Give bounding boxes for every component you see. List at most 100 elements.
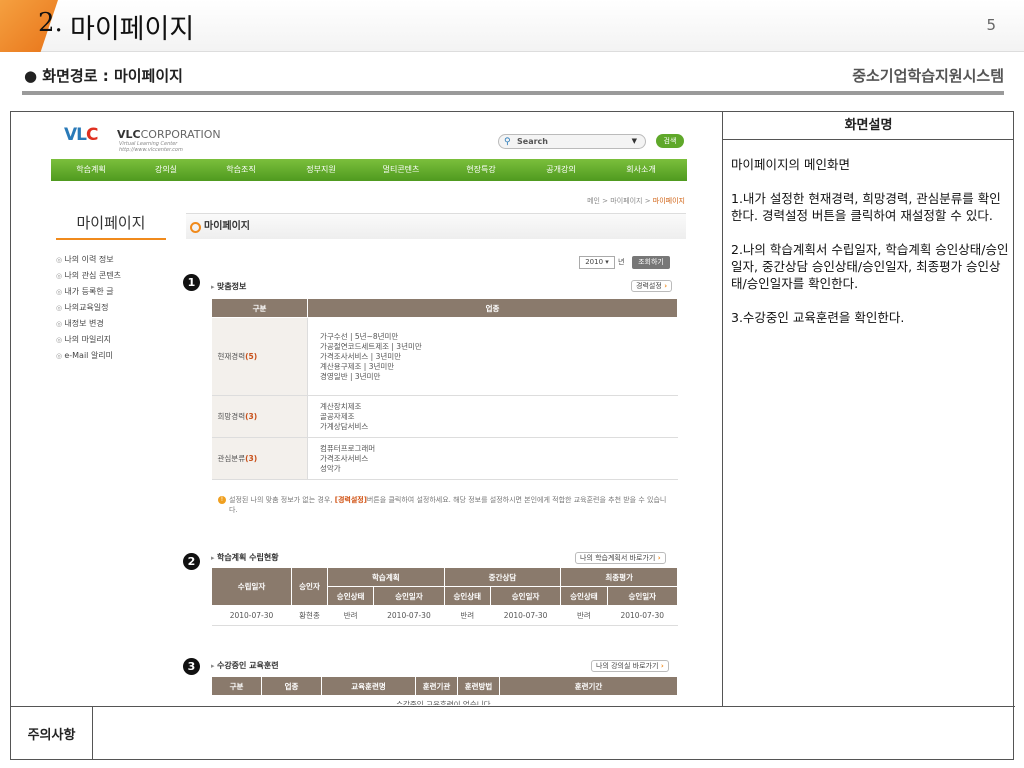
path-row: ● 화면경로 : 마이페이지 중소기업학습지원시스템: [24, 65, 1004, 87]
nav-item[interactable]: 멀티콘텐츠: [361, 159, 441, 181]
slide-title: 마이페이지: [70, 14, 195, 45]
col-header: 승인상태: [560, 586, 608, 606]
col-header: 승인상태: [443, 586, 491, 606]
vlc-logo[interactable]: VLC: [64, 125, 99, 145]
col-header: 교육훈련명: [321, 676, 416, 696]
cell: 2010-07-30: [490, 605, 561, 626]
cell: 2010-07-30: [607, 605, 678, 626]
lnb-item[interactable]: 나의교육일정: [56, 300, 166, 316]
nav-item[interactable]: 회사소개: [601, 159, 681, 181]
lnb-item[interactable]: 나의 이력 정보: [56, 252, 166, 268]
year-select[interactable]: 2010 ▾: [579, 256, 615, 269]
row-key: 희망경력(3): [211, 395, 308, 438]
lnb-item[interactable]: 내가 등록한 글: [56, 284, 166, 300]
search-button[interactable]: 검색: [656, 134, 684, 148]
frame-divider-h: [11, 706, 1015, 707]
career-setting-button[interactable]: 경력설정: [631, 280, 673, 292]
fit-notice: ! 설정된 나의 맞춤 정보가 없는 경우, [경력설정]버튼을 클릭하여 설정…: [218, 495, 668, 515]
cell: 반려: [327, 605, 374, 626]
col-header: 최종평가: [560, 567, 678, 587]
cell: 반려: [560, 605, 608, 626]
train-table: 구분 업종 교육훈련명 훈련기관 훈련방법 훈련기간 수강중인 교육훈련이 없습…: [211, 676, 678, 705]
nav-item[interactable]: 공개강의: [521, 159, 601, 181]
note-label: 주의사항: [11, 707, 93, 760]
empty-message: 수강중인 교육훈련이 없습니다.: [211, 695, 678, 705]
col-header: 업종: [307, 298, 678, 318]
col-header: 승인일자: [489, 586, 562, 606]
desc-item-3: 3.수강중인 교육훈련을 확인한다.: [731, 310, 905, 325]
plan-shortcut-button[interactable]: 나의 학습계획서 바로가기: [575, 552, 666, 564]
search-icon: ⚲: [504, 137, 511, 147]
col-header: 승인자: [291, 567, 328, 606]
slide-number: 2.: [38, 8, 63, 38]
nav-item[interactable]: 학습조직: [201, 159, 281, 181]
desc-item-2: 2.나의 학습계획서 수립일자, 학습계획 승인상태/승인일자, 중간상담 승인…: [731, 242, 1009, 291]
left-menu: 나의 이력 정보 나의 관심 콘텐츠 내가 등록한 글 나의교육일정 내정보 변…: [56, 252, 166, 364]
desc-title: 마이페이지의 메인화면: [731, 157, 850, 172]
desc-item-1: 1.내가 설정한 현재경력, 희망경력, 관심분류를 확인한다. 경력설정 버튼…: [731, 191, 1001, 223]
page-number: 5: [986, 16, 996, 34]
info-icon: !: [218, 496, 226, 504]
website-mock: VLC VLCCORPORATION Virtual Learning Cent…: [51, 120, 687, 705]
table-row: 희망경력(3) 계산장치제조 골공자제조 가계상담서비스: [211, 395, 678, 438]
lnb-title: 마이페이지: [76, 214, 146, 232]
row-value: 계산장치제조 골공자제조 가계상담서비스: [307, 395, 678, 438]
row-value: 컴퓨터프로그래머 가격조사서비스 성악가: [307, 437, 678, 480]
slide-header: 2. 마이페이지 5: [0, 0, 1024, 52]
col-header: 수립일자: [211, 567, 292, 606]
lnb-item[interactable]: 나의 관심 콘텐츠: [56, 268, 166, 284]
train-title: 수강중인 교육훈련: [211, 660, 279, 671]
lnb-underline: [56, 238, 166, 240]
table-row: 현재경력(5) 가구수선 | 5년~8년미만 가공절연코드세트제조 | 3년미만 가…: [211, 317, 678, 396]
col-header: 승인일자: [606, 586, 679, 606]
query-button[interactable]: 조회하기: [632, 256, 670, 269]
nav-item[interactable]: 정부지원: [281, 159, 361, 181]
cell: 황현종: [291, 605, 328, 626]
lnb-item[interactable]: 나의 마일리지: [56, 332, 166, 348]
marker-1: 1: [183, 274, 200, 291]
frame-divider: [722, 112, 723, 706]
table-row: 관심분류(3) 컴퓨터프로그래머 가격조사서비스 성악가: [211, 437, 678, 480]
nav-item[interactable]: 강의실: [131, 159, 201, 181]
chevron-down-icon: ▼: [631, 137, 637, 145]
col-header: 훈련방법: [457, 676, 500, 696]
corp-name: VLCCORPORATION: [117, 128, 221, 141]
row-key: 현재경력(5): [211, 317, 308, 396]
col-header: 중간상담: [443, 567, 562, 587]
lnb-item[interactable]: e-Mail 알리미: [56, 348, 166, 364]
page-title: 마이페이지: [186, 213, 686, 239]
nav-item[interactable]: 현장특강: [441, 159, 521, 181]
description-body: 마이페이지의 메인화면 1.내가 설정한 현재경력, 희망경력, 관심분류를 확…: [731, 156, 1011, 343]
col-header: 업종: [261, 676, 322, 696]
plan-title: 학습계획 수립현황: [211, 552, 279, 563]
cell: 반려: [444, 605, 491, 626]
col-header: 훈련기관: [415, 676, 458, 696]
description-header: 화면설명: [723, 112, 1014, 140]
search-input[interactable]: ⚲ Search ▼: [498, 134, 646, 149]
table-row: 2010-07-30 황현종 반려 2010-07-30 반려 2010-07-…: [211, 605, 678, 626]
col-header: 승인상태: [326, 586, 375, 606]
year-label: 년: [618, 258, 625, 266]
nav-item[interactable]: 학습계획: [51, 159, 131, 181]
fit-table: 구분 업종 현재경력(5) 가구수선 | 5년~8년미만 가공절연코드세트제조 |…: [211, 298, 678, 480]
col-header: 구분: [211, 676, 262, 696]
table-row: 수강중인 교육훈련이 없습니다.: [211, 695, 678, 705]
cell: 2010-07-30: [373, 605, 445, 626]
col-header: 구분: [211, 298, 308, 318]
system-name: 중소기업학습지원시스템: [852, 67, 1004, 85]
col-header: 훈련기간: [499, 676, 678, 696]
global-nav: 학습계획 강의실 학습조직 정부지원 멀티콘텐츠 현장특강 공개강의 회사소개: [51, 159, 687, 181]
row-key: 관심분류(3): [211, 437, 308, 480]
classroom-shortcut-button[interactable]: 나의 강의실 바로가기: [591, 660, 669, 672]
col-header: 학습계획: [327, 567, 445, 587]
marker-3: 3: [183, 658, 200, 675]
screen-path: ● 화면경로 : 마이페이지: [24, 67, 183, 85]
lnb-item[interactable]: 내정보 변경: [56, 316, 166, 332]
col-header: 승인일자: [373, 586, 445, 606]
fit-title: 맞춤정보: [211, 281, 246, 292]
cell: 2010-07-30: [211, 605, 292, 626]
row-value: 가구수선 | 5년~8년미만 가공절연코드세트제조 | 3년미만 가격조사서비스 |…: [307, 317, 678, 396]
marker-2: 2: [183, 553, 200, 570]
corp-sub: Virtual Learning Center http://www.vlccen…: [119, 141, 183, 153]
storyboard-frame: 주의사항 화면설명 마이페이지의 메인화면 1.내가 설정한 현재경력, 희망경…: [10, 111, 1015, 760]
